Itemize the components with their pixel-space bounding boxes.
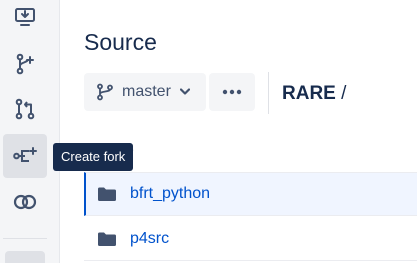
sidebar-divider <box>3 238 47 239</box>
more-actions-button[interactable] <box>209 73 255 111</box>
branch-label: master <box>122 83 171 100</box>
chevron-down-icon <box>179 88 190 95</box>
breadcrumb: RARE / <box>282 83 346 105</box>
sidebar <box>0 0 60 263</box>
more-icon <box>222 89 242 95</box>
download-monitor-icon <box>15 8 35 26</box>
page-title: Source <box>84 29 157 55</box>
sidebar-item-fork[interactable] <box>3 134 47 178</box>
pull-request-icon <box>15 98 35 120</box>
tooltip: Create fork <box>53 143 134 171</box>
sidebar-item-more[interactable] <box>5 251 45 263</box>
branch-add-icon <box>16 53 34 75</box>
folder-icon <box>98 232 116 246</box>
file-name-link[interactable]: p4src <box>130 230 169 248</box>
compare-icon <box>13 194 37 210</box>
branch-icon <box>97 83 113 101</box>
table-row[interactable]: p4src <box>84 217 417 261</box>
file-name-link[interactable]: bfrt_python <box>130 185 210 203</box>
fork-icon <box>13 147 37 162</box>
branch-selector-button[interactable]: master <box>84 73 206 111</box>
table-row[interactable]: bfrt_python <box>84 172 417 216</box>
toolbar-divider <box>268 72 269 114</box>
breadcrumb-separator: / <box>341 83 347 104</box>
breadcrumb-repo[interactable]: RARE <box>282 83 336 104</box>
sidebar-item-compare[interactable] <box>3 180 47 224</box>
sidebar-item-download[interactable] <box>3 0 47 38</box>
folder-icon <box>98 187 116 201</box>
sidebar-item-branches[interactable] <box>3 42 47 86</box>
sidebar-item-pull-requests[interactable] <box>3 87 47 131</box>
